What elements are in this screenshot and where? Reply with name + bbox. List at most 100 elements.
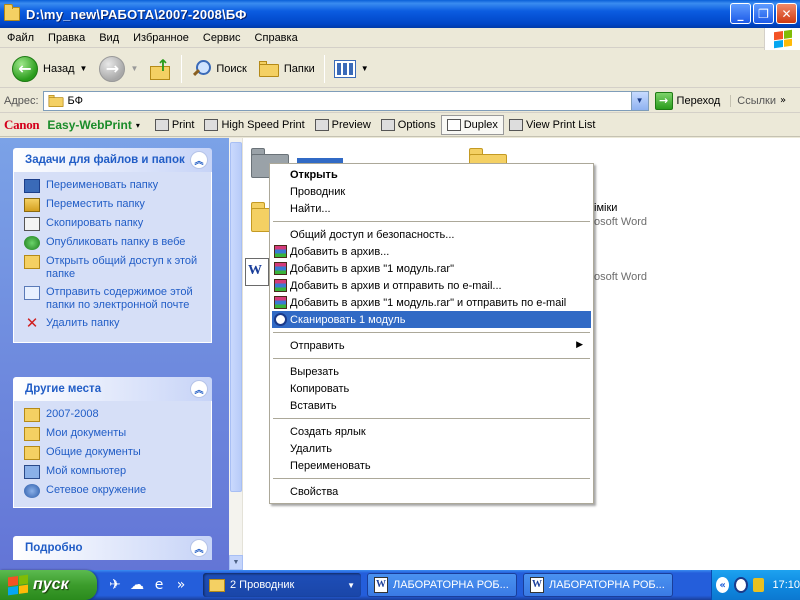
menu-view[interactable]: Вид	[92, 32, 126, 44]
ctx-add-to-archive[interactable]: Добавить в архив...	[272, 243, 591, 260]
task-share-folder[interactable]: Открыть общий доступ к этой папке	[24, 255, 203, 281]
ctx-create-shortcut[interactable]: Создать ярлык	[272, 423, 591, 440]
word-document-icon[interactable]: W	[245, 258, 269, 286]
ctx-archive-and-email[interactable]: Добавить в архив и отправить по e-mail..…	[272, 277, 591, 294]
scroll-down-arrow-icon[interactable]: ▼	[229, 555, 243, 570]
ctx-label: Отправить	[290, 339, 345, 352]
taskbar-word-button-1[interactable]: W ЛАБОРАТОРНА РОБ...	[367, 573, 517, 597]
view-print-list-button[interactable]: View Print List	[504, 115, 601, 135]
folders-button[interactable]: Папки	[253, 53, 321, 85]
place-network[interactable]: Сетевое окружение	[24, 484, 203, 498]
clock[interactable]: 17:10	[772, 579, 800, 591]
ctx-open[interactable]: Открыть	[272, 166, 591, 183]
menu-file[interactable]: Файл	[0, 32, 41, 44]
menu-tools[interactable]: Сервис	[196, 32, 248, 44]
forward-button[interactable]: → ▼	[93, 53, 144, 85]
ctx-delete[interactable]: Удалить	[272, 440, 591, 457]
address-input[interactable]: БФ ▼	[42, 90, 649, 111]
task-copy-folder[interactable]: Скопировать папку	[24, 217, 203, 231]
print-button[interactable]: Print	[150, 115, 200, 135]
place-my-documents[interactable]: Мои документы	[24, 427, 203, 441]
address-dropdown-button[interactable]: ▼	[630, 91, 648, 110]
menu-edit[interactable]: Правка	[41, 32, 92, 44]
high-speed-print-button[interactable]: High Speed Print	[199, 115, 309, 135]
internet-explorer-icon[interactable]: e	[151, 577, 167, 593]
menu-favorites[interactable]: Избранное	[126, 32, 196, 44]
back-dropdown-icon[interactable]: ▼	[80, 64, 88, 73]
ctx-paste[interactable]: Вставить	[272, 397, 591, 414]
ctx-properties[interactable]: Свойства	[272, 483, 591, 500]
ctx-scan[interactable]: Сканировать 1 модуль	[272, 311, 591, 328]
task-delete-folder[interactable]: ✕ Удалить папку	[24, 316, 203, 331]
collapse-icon[interactable]: ︽	[190, 151, 208, 169]
ctx-named-archive-and-email[interactable]: Добавить в архив "1 модуль.rar" и отправ…	[272, 294, 591, 311]
task-publish-web[interactable]: Опубликовать папку в вебе	[24, 236, 203, 250]
collapse-icon[interactable]: ︽	[190, 380, 208, 398]
taskbar-word-button-2[interactable]: W ЛАБОРАТОРНА РОБ...	[523, 573, 673, 597]
views-button[interactable]: ▼	[328, 53, 375, 85]
task-email-contents[interactable]: Отправить содержимое этой папки по элект…	[24, 286, 203, 312]
ctx-rename[interactable]: Переименовать	[272, 457, 591, 474]
ctx-find[interactable]: Найти...	[272, 200, 591, 217]
links-chevron-icon[interactable]: »	[780, 95, 786, 106]
ctx-send-to[interactable]: Отправить ▶	[272, 337, 591, 354]
back-button[interactable]: ← Назад ▼	[6, 53, 93, 85]
ctx-label: Создать ярлык	[290, 425, 366, 438]
title-bar[interactable]: D:\my_new\РАБОТА\2007-2008\БФ _ ❐ ✕	[0, 0, 800, 28]
other-places-panel: Другие места ︽ 2007-2008 Мои документы О…	[13, 377, 212, 508]
go-label: Переход	[676, 94, 721, 107]
task-rename-folder[interactable]: Переименовать папку	[24, 179, 203, 193]
easy-webprint-menu[interactable]: Easy-WebPrint	[47, 118, 131, 132]
tray-app-icon[interactable]	[752, 578, 765, 592]
ctx-sharing-security[interactable]: Общий доступ и безопасность...	[272, 226, 591, 243]
ctx-explorer[interactable]: Проводник	[272, 183, 591, 200]
windows-flag-icon	[773, 29, 792, 49]
preview-button[interactable]: Preview	[310, 115, 376, 135]
minimize-button[interactable]: _	[730, 3, 751, 24]
forward-dropdown-icon[interactable]: ▼	[130, 64, 138, 73]
task-move-folder[interactable]: Переместить папку	[24, 198, 203, 212]
show-hidden-icons-button[interactable]: «	[716, 577, 730, 593]
view-print-list-label: View Print List	[525, 119, 596, 131]
place-my-computer[interactable]: Мой компьютер	[24, 465, 203, 479]
up-button[interactable]: ↑	[144, 53, 178, 85]
ctx-label: Найти...	[290, 202, 331, 215]
collapse-icon[interactable]: ︽	[190, 539, 208, 557]
place-2007-2008[interactable]: 2007-2008	[24, 408, 203, 422]
ctx-add-to-named-archive[interactable]: Добавить в архив "1 модуль.rar"	[272, 260, 591, 277]
close-button[interactable]: ✕	[776, 3, 797, 24]
details-header[interactable]: Подробно ︽	[13, 536, 212, 560]
file-tasks-header[interactable]: Задачи для файлов и папок ︽	[13, 148, 212, 172]
links-label[interactable]: Ссылки	[730, 94, 776, 107]
duplex-button[interactable]: Duplex	[440, 115, 504, 135]
search-button[interactable]: Поиск	[185, 53, 252, 85]
start-button[interactable]: пуск	[0, 570, 97, 600]
restore-button[interactable]: ❐	[753, 3, 774, 24]
taskbar-explorer-button[interactable]: 2 Проводник ▼	[203, 573, 361, 597]
antivirus-tray-icon[interactable]	[734, 577, 748, 593]
menu-help[interactable]: Справка	[248, 32, 305, 44]
word-glyph: W	[248, 263, 262, 278]
task-label: Скопировать папку	[46, 217, 144, 229]
ctx-copy[interactable]: Копировать	[272, 380, 591, 397]
task-label: Переименовать папку	[46, 179, 159, 191]
go-button[interactable]: → Переход	[654, 91, 721, 110]
quick-launch-chevron-icon[interactable]: »	[173, 577, 189, 593]
options-button[interactable]: Options	[376, 115, 441, 135]
vertical-scrollbar[interactable]: ▼	[229, 138, 243, 570]
standard-toolbar: ← Назад ▼ → ▼ ↑ Поиск Папки ▼	[0, 50, 800, 88]
views-dropdown-icon[interactable]: ▼	[361, 64, 369, 73]
folder-icon	[4, 4, 20, 21]
airplane-icon[interactable]: ✈	[107, 577, 123, 593]
winrar-icon	[274, 245, 287, 258]
ctx-label: Общий доступ и безопасность...	[290, 228, 455, 241]
other-places-header[interactable]: Другие места ︽	[13, 377, 212, 401]
print-label: Print	[171, 119, 195, 131]
task-label: Открыть общий доступ к этой папке	[46, 255, 198, 280]
details-panel: Подробно ︽	[13, 536, 212, 560]
ctx-cut[interactable]: Вырезать	[272, 363, 591, 380]
scrollbar-thumb[interactable]	[230, 142, 242, 492]
easy-webprint-dropdown-icon[interactable]: ▾	[136, 121, 140, 130]
place-shared-documents[interactable]: Общие документы	[24, 446, 203, 460]
cloud-icon[interactable]: ☁	[129, 577, 145, 593]
